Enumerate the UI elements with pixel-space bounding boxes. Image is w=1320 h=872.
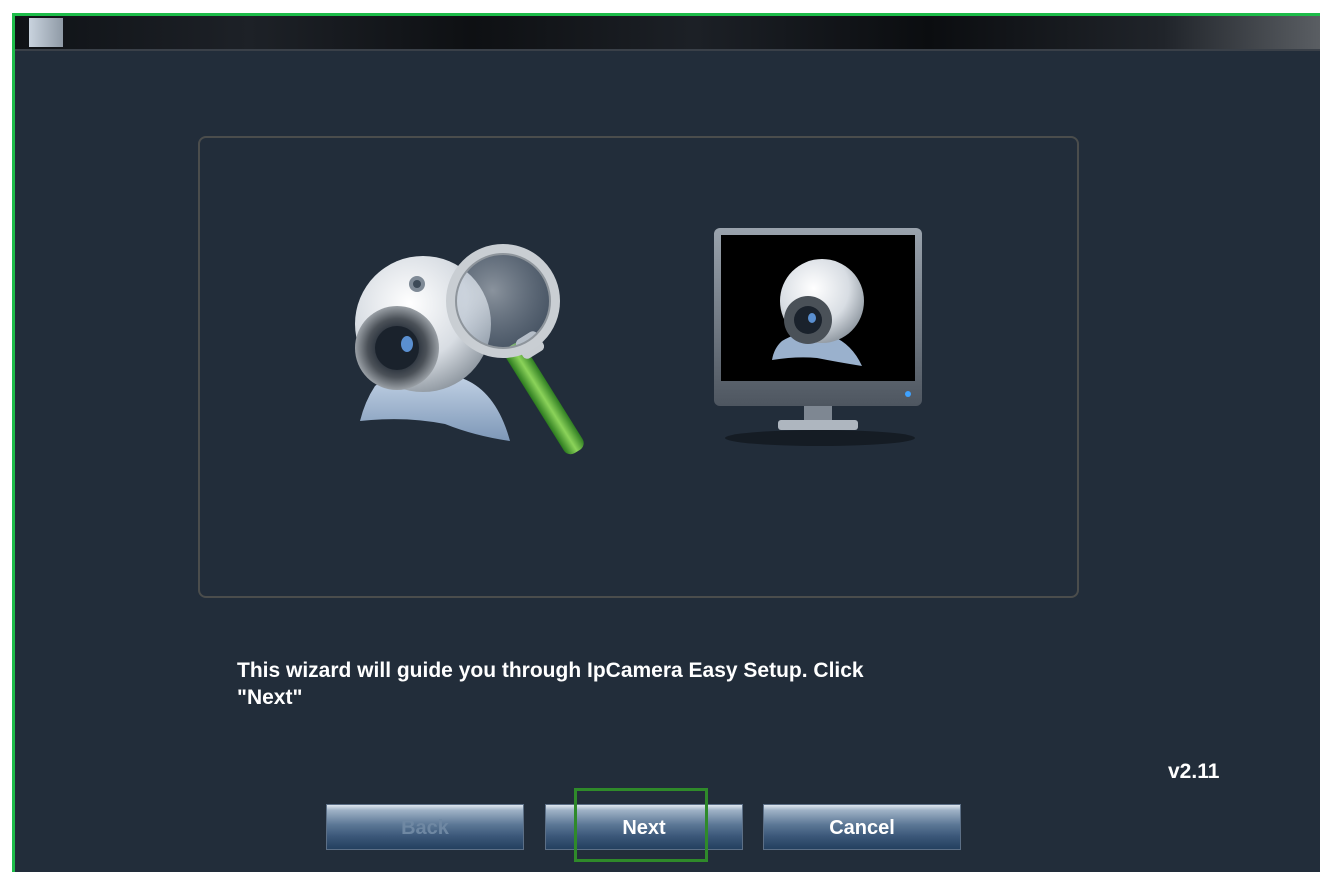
webcam-search-icon	[355, 244, 584, 455]
cancel-button[interactable]: Cancel	[763, 804, 961, 850]
wizard-instructions: This wizard will guide you through IpCam…	[237, 659, 864, 709]
next-button[interactable]: Next	[545, 804, 743, 850]
title-bar[interactable]	[15, 16, 1320, 51]
setup-wizard-window: This wizard will guide you through IpCam…	[12, 13, 1320, 872]
monitor-webcam-icon	[714, 228, 922, 446]
back-button[interactable]: Back	[326, 804, 524, 850]
version-label: v2.11	[1168, 760, 1220, 783]
illustration-panel	[198, 136, 1079, 598]
window-system-icon[interactable]	[29, 18, 63, 47]
